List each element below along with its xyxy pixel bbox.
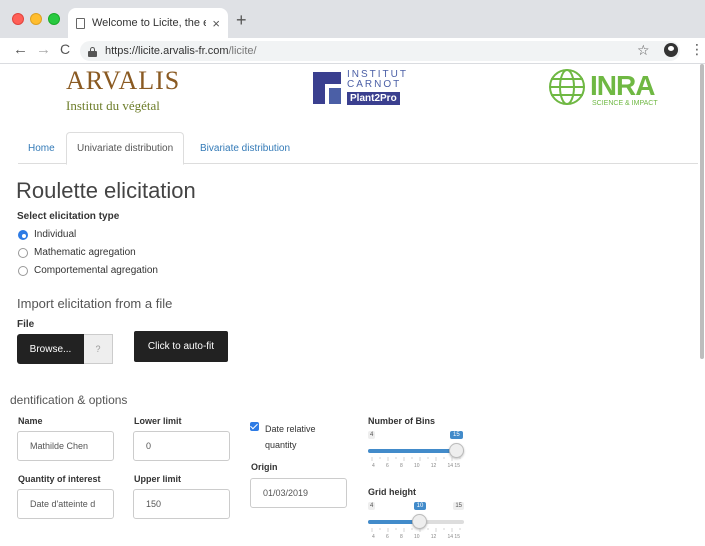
browse-button[interactable]: Browse... [17, 334, 84, 364]
page-icon [76, 17, 85, 29]
slider-min: 4 [368, 431, 376, 439]
arvalis-logo-name: ARVALIS [66, 66, 181, 95]
slider-tick-labels: 4 6 8 10 12 14 15 [368, 534, 464, 540]
slider-tick-label: 12 [430, 463, 437, 469]
date-relative-label: Date relative quantity [265, 424, 316, 450]
name-input[interactable]: Mathilde Chen [17, 431, 114, 461]
inra-logo: INRA SCIENCE & IMPACT [548, 68, 658, 116]
minimize-window-button[interactable] [30, 13, 42, 25]
tab-home[interactable]: Home [18, 132, 65, 164]
grid-height-slider[interactable]: 4 10 15 4 6 8 10 12 14 15 [368, 502, 464, 544]
reload-icon[interactable]: C [60, 41, 70, 57]
name-label: Name [18, 416, 43, 426]
browser-tab[interactable]: Welcome to Licite, the easy-to × [68, 8, 228, 38]
lock-icon [88, 46, 97, 57]
inra-globe-icon [549, 69, 585, 105]
slider-tick-label: 10 [413, 463, 420, 469]
slider-value: 10 [413, 502, 427, 510]
upper-limit-input[interactable]: 150 [133, 489, 230, 519]
forward-icon[interactable]: → [36, 41, 51, 58]
radio-button[interactable] [18, 229, 28, 240]
grid-height-label: Grid height [368, 487, 416, 497]
arvalis-logo: ARVALIS Institut du végétal [66, 68, 186, 124]
slider-tick-label: 14 15 [447, 463, 460, 469]
slider-tick-label: 6 [385, 463, 389, 469]
close-window-button[interactable] [12, 13, 24, 25]
url-path: /licite/ [228, 45, 257, 57]
slider-max: 15 [453, 502, 464, 510]
file-label: File [17, 319, 35, 330]
browser-tab-strip: Welcome to Licite, the easy-to × + [0, 0, 705, 38]
slider-tick-labels: 4 6 8 10 12 14 15 [368, 463, 464, 469]
carnot-logo: INSTITUT CARNOT Plant2Pro [311, 70, 421, 110]
page-title: Roulette elicitation [16, 178, 196, 203]
elicitation-type-label: Select elicitation type [17, 211, 120, 222]
url-host: https://licite.arvalis-fr.com [105, 45, 229, 57]
origin-label: Origin [251, 462, 278, 472]
radio-label: Comportemental agregation [34, 265, 158, 276]
maximize-window-button[interactable] [48, 13, 60, 25]
carnot-badge: Plant2Pro [347, 92, 400, 105]
tab-bivariate-distribution[interactable]: Bivariate distribution [190, 132, 300, 164]
radio-comportemental-agregation[interactable]: Comportemental agregation [18, 265, 158, 276]
slider-handle[interactable] [449, 443, 464, 458]
bins-label: Number of Bins [368, 416, 436, 426]
quantity-label: Quantity of interest [18, 474, 101, 484]
arvalis-logo-tagline: Institut du végétal [66, 98, 160, 113]
nav-tabs: Home Univariate distribution Bivariate d… [18, 132, 698, 165]
slider-tick-label: 12 [430, 534, 437, 540]
lower-limit-label: Lower limit [134, 416, 182, 426]
origin-date-input[interactable]: 01/03/2019 [250, 478, 347, 508]
browser-tab-title: Welcome to Licite, the easy-to [92, 17, 207, 29]
identification-heading: dentification & options [10, 393, 128, 407]
slider-value: 15 [450, 431, 463, 439]
slider-fill [368, 449, 457, 453]
radio-button[interactable] [18, 265, 28, 276]
lower-limit-input[interactable]: 0 [133, 431, 230, 461]
carnot-mark-icon [313, 72, 341, 104]
account-icon[interactable] [664, 43, 678, 57]
slider-ticks [371, 457, 461, 461]
address-bar-row: ← → C https://licite.arvalis-fr.com/lici… [0, 38, 705, 64]
date-relative-checkbox[interactable]: Date relative quantity [250, 421, 335, 453]
slider-tick-label: 4 [372, 463, 375, 469]
radio-label: Individual [34, 229, 77, 240]
back-icon[interactable]: ← [13, 41, 28, 58]
slider-tick-label: 8 [399, 534, 403, 540]
radio-button[interactable] [18, 247, 28, 258]
slider-handle[interactable] [412, 514, 428, 529]
slider-tick-label: 14 15 [447, 534, 460, 540]
tab-univariate-distribution[interactable]: Univariate distribution [66, 132, 185, 165]
quantity-input[interactable]: Date d'atteinte d [17, 489, 114, 519]
radio-individual[interactable]: Individual [18, 229, 76, 240]
bins-slider[interactable]: 4 15 4 6 8 10 12 14 15 [368, 431, 464, 475]
star-icon[interactable]: ☆ [637, 42, 650, 59]
new-tab-button[interactable]: + [236, 10, 247, 31]
slider-tick-label: 8 [399, 463, 403, 469]
slider-min: 4 [368, 502, 376, 510]
slider-ticks [371, 528, 461, 532]
auto-fit-button[interactable]: Click to auto-fit [134, 331, 228, 362]
inra-logo-name: INRA [590, 70, 655, 101]
radio-mathematic-agregation[interactable]: Mathematic agregation [18, 247, 136, 258]
close-tab-icon[interactable]: × [212, 16, 220, 31]
page-scrollbar[interactable] [699, 64, 705, 364]
slider-tick-label: 4 [372, 534, 375, 540]
import-heading: Import elicitation from a file [17, 296, 173, 311]
upper-limit-label: Upper limit [134, 474, 182, 484]
slider-tick-label: 10 [413, 534, 420, 540]
carnot-line2: CARNOT [347, 79, 402, 90]
checkbox[interactable] [250, 422, 259, 431]
file-name-display: ? [84, 334, 113, 364]
slider-tick-label: 6 [385, 534, 389, 540]
menu-icon[interactable]: ⋮ [690, 41, 704, 58]
url-input[interactable]: https://licite.arvalis-fr.com/licite/ [80, 41, 680, 61]
radio-label: Mathematic agregation [34, 247, 136, 258]
inra-logo-tagline: SCIENCE & IMPACT [592, 100, 658, 107]
